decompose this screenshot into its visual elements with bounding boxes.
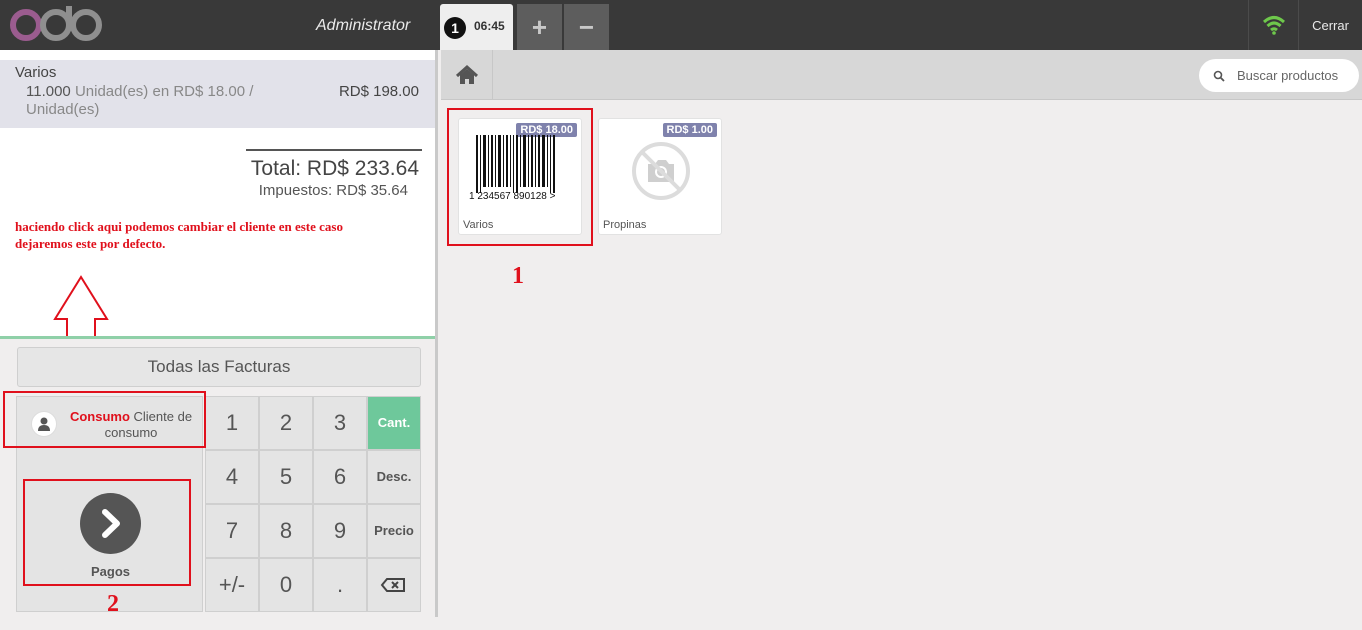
top-bar: Administrator 1 06:45 + − Cerrar — [0, 0, 1362, 50]
no-image-icon — [632, 142, 690, 200]
order-line-qty: 11.000 — [26, 83, 71, 100]
annotation-box-product — [447, 108, 593, 246]
products-toolbar: Buscar productos — [441, 50, 1362, 100]
numpad-key-4[interactable]: 4 — [205, 450, 259, 504]
numpad-key-3[interactable]: 3 — [313, 396, 367, 450]
numpad-key-8[interactable]: 8 — [259, 504, 313, 558]
search-placeholder: Buscar productos — [1237, 68, 1339, 83]
connection-status[interactable] — [1248, 0, 1298, 50]
annotation-box-payment — [23, 479, 191, 586]
annotation-number-2: 2 — [107, 591, 119, 617]
product-search[interactable]: Buscar productos — [1199, 59, 1359, 92]
total-divider — [246, 149, 422, 151]
order-tab[interactable]: 1 06:45 — [440, 4, 513, 50]
order-taxes: Impuestos: RD$ 35.64 — [258, 182, 408, 199]
numpad-key-5[interactable]: 5 — [259, 450, 313, 504]
order-line-product: Varios — [15, 64, 57, 81]
product-price-tag: RD$ 1.00 — [662, 123, 717, 137]
add-order-button[interactable]: + — [517, 4, 562, 50]
order-tab-number: 1 — [444, 17, 466, 39]
order-tab-time: 06:45 — [474, 19, 505, 33]
numpad-key-0[interactable]: 0 — [259, 558, 313, 612]
numpad-key-7[interactable]: 7 — [205, 504, 259, 558]
order-line[interactable]: Varios 11.000 Unidad(es) en RD$ 18.00 / … — [0, 60, 435, 128]
numpad-key-2[interactable]: 2 — [259, 396, 313, 450]
numpad-key-dot[interactable]: . — [313, 558, 367, 612]
home-category-button[interactable] — [441, 50, 493, 100]
backspace-button[interactable] — [367, 558, 421, 612]
odoo-logo — [10, 6, 102, 41]
order-line-detail: 11.000 Unidad(es) en RD$ 18.00 / Unidad(… — [26, 83, 276, 119]
order-line-price: RD$ 198.00 — [338, 83, 419, 100]
annotation-number-1: 1 — [512, 263, 524, 289]
numpad-key-6[interactable]: 6 — [313, 450, 367, 504]
annotation-box-customer — [3, 391, 206, 448]
numpad: 1 2 3 Cant. 4 5 6 Desc. 7 8 9 Precio +/-… — [205, 396, 421, 612]
home-icon — [455, 64, 479, 84]
all-invoices-button[interactable]: Todas las Facturas — [17, 347, 421, 387]
mode-price-button[interactable]: Precio — [367, 504, 421, 558]
user-name[interactable]: Administrator — [316, 17, 410, 35]
search-icon — [1213, 70, 1225, 82]
wifi-icon — [1262, 16, 1286, 35]
numpad-key-9[interactable]: 9 — [313, 504, 367, 558]
numpad-key-1[interactable]: 1 — [205, 396, 259, 450]
product-card-propinas[interactable]: RD$ 1.00 Propinas — [598, 118, 722, 235]
order-total: Total: RD$ 233.64 — [250, 157, 419, 180]
product-name: Propinas — [603, 219, 647, 231]
remove-order-button[interactable]: − — [564, 4, 609, 50]
annotation-note: haciendo click aqui podemos cambiar el c… — [15, 219, 343, 251]
backspace-icon — [380, 578, 405, 592]
numpad-key-plus-minus[interactable]: +/- — [205, 558, 259, 612]
mode-discount-button[interactable]: Desc. — [367, 450, 421, 504]
mode-quantity-button[interactable]: Cant. — [367, 396, 421, 450]
close-button[interactable]: Cerrar — [1298, 0, 1362, 50]
